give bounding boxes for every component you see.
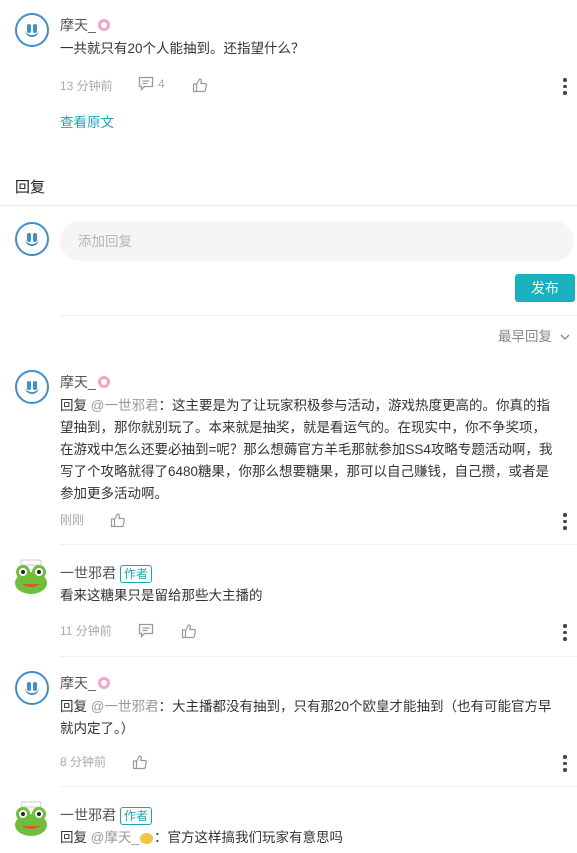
like-icon[interactable]	[181, 623, 197, 639]
author-tag: 作者	[120, 807, 153, 826]
like-icon[interactable]	[192, 77, 208, 93]
divider	[60, 656, 577, 657]
author-name[interactable]: 摩天_	[60, 372, 110, 392]
reply-time: 刚刚	[60, 513, 85, 527]
mention-link[interactable]: @一世邪君	[91, 699, 159, 714]
author-tag: 作者	[120, 565, 153, 584]
more-options-icon[interactable]	[563, 624, 567, 641]
reply-line: ：这主要是为了让玩家积极参与活动，游戏热度更高的。你真的指	[158, 398, 550, 413]
divider	[0, 205, 577, 206]
author-name[interactable]: 摩天_	[60, 15, 110, 35]
frog-avatar[interactable]	[13, 559, 49, 595]
more-options-icon[interactable]	[563, 513, 567, 530]
comment-button[interactable]: 4	[138, 76, 165, 91]
frog-avatar[interactable]	[13, 801, 49, 837]
reply-line: 望抽到，那你就别玩了。本来就是抽奖，就是看运气的。在现实中，你不争奖项，	[60, 420, 546, 435]
level-badge-icon	[97, 376, 110, 389]
like-icon[interactable]	[110, 512, 126, 528]
reply-line: 在游戏中怎么还要必抽到=呢？那么想薅官方羊毛那就参加SS4攻略专题活动啊，我	[60, 442, 553, 457]
post-text: 一共就只有20个人能抽到。还指望什么？	[60, 41, 305, 56]
sort-dropdown[interactable]: 最早回复	[498, 325, 570, 345]
reply-text: 回复 @摩天_ ：官方这样搞我们玩家有意思吗	[60, 827, 343, 849]
reply-time: 8 分钟前	[60, 755, 107, 769]
reply-text: 看来这糖果只是留给那些大主播的	[60, 588, 263, 603]
reply-line: 写了个攻略就得了6480糖果，你那么想要糖果，那可以自己赚钱，自己攒，或者是	[60, 464, 550, 479]
comment-count: 4	[158, 76, 165, 91]
author-name[interactable]: 一世邪君 作者	[60, 563, 153, 584]
avatar[interactable]	[15, 370, 49, 404]
avatar[interactable]	[15, 671, 49, 705]
level-badge-icon	[97, 19, 110, 32]
reply-prefix: 回复	[60, 830, 87, 845]
reply-line: 就内定了。）	[60, 721, 135, 736]
reply-text: 回复 @一世邪君：这主要是为了让玩家积极参与活动，游戏热度更高的。你真的指 望抽…	[60, 395, 572, 505]
mention-link[interactable]: @一世邪君	[91, 398, 159, 413]
comment-icon[interactable]	[138, 623, 154, 638]
avatar[interactable]	[15, 13, 49, 47]
reply-text: 回复 @一世邪君：大主播都没有抽到，只有那20个欧皇才能抽到（也有可能官方早 就…	[60, 696, 572, 740]
current-user-avatar	[15, 222, 49, 256]
reply-line: 参加更多活动啊。	[60, 486, 168, 501]
reply-section-title: 回复	[15, 179, 46, 196]
divider	[60, 544, 577, 545]
post-time: 13 分钟前	[60, 79, 113, 93]
reply-time: 11 分钟前	[60, 624, 112, 638]
author-name[interactable]: 摩天_	[60, 673, 110, 693]
author-name[interactable]: 一世邪君 作者	[60, 805, 153, 826]
more-options-icon[interactable]	[563, 78, 567, 95]
more-options-icon[interactable]	[563, 755, 567, 772]
emoji-icon	[139, 832, 153, 844]
reply-prefix: 回复	[60, 699, 87, 714]
publish-button[interactable]: 发布	[515, 274, 575, 302]
reply-prefix: 回复	[60, 398, 87, 413]
level-badge-icon	[97, 677, 110, 690]
chevron-down-icon	[560, 334, 570, 340]
comment-icon	[138, 76, 154, 91]
view-original-link[interactable]: 查看原文	[60, 111, 114, 131]
reply-input[interactable]	[60, 221, 574, 261]
divider	[60, 315, 577, 316]
divider	[60, 786, 577, 787]
mention-link[interactable]: @摩天_	[91, 830, 139, 845]
like-icon[interactable]	[132, 754, 148, 770]
reply-line: ：大主播都没有抽到，只有那20个欧皇才能抽到（也有可能官方早	[158, 699, 552, 714]
reply-line: ：官方这样搞我们玩家有意思吗	[153, 830, 343, 845]
sort-label: 最早回复	[498, 329, 552, 344]
